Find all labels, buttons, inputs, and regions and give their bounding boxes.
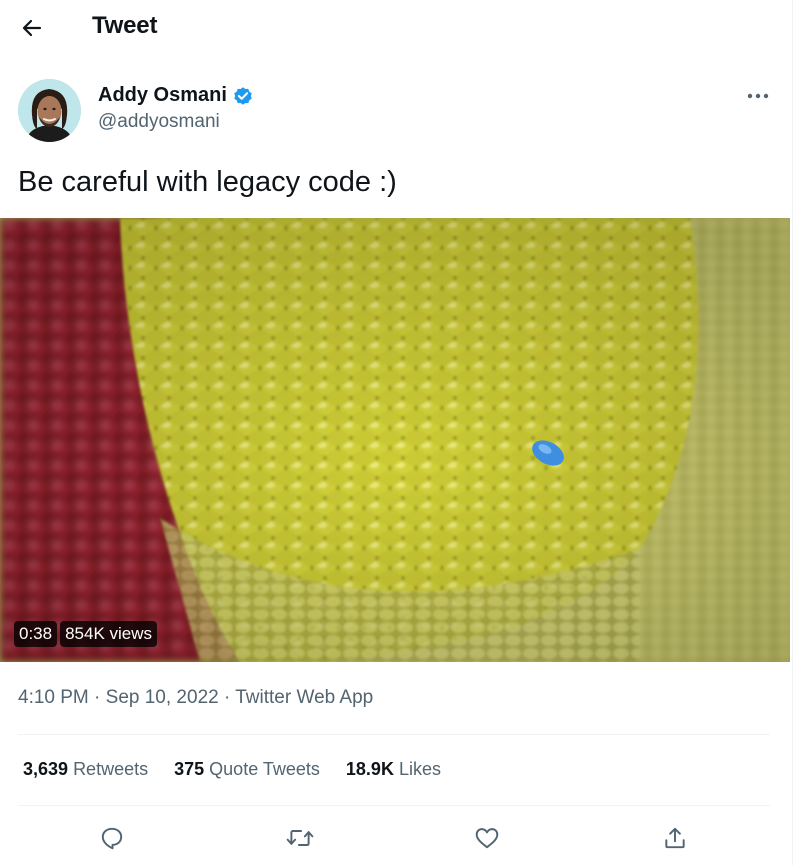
likes-stat[interactable]: 18.9K Likes: [346, 759, 441, 780]
tweet-source[interactable]: Twitter Web App: [235, 687, 373, 708]
verified-badge-icon: [234, 86, 252, 105]
video-thumbnail: [0, 218, 790, 662]
share-icon: [665, 827, 685, 849]
video-player[interactable]: [0, 218, 790, 662]
author-name[interactable]: Addy Osmani: [98, 84, 227, 107]
video-badges: 0:38 854K views: [14, 621, 158, 647]
tweet-text: Be careful with legacy code :): [18, 166, 397, 198]
meta-separator: ·: [218, 687, 236, 708]
like-button[interactable]: [469, 820, 505, 856]
reply-icon: [101, 827, 123, 850]
tweet-stats: 3,639 Retweets 375 Quote Tweets 18.9K Li…: [23, 759, 467, 780]
tweet-page: Tweet Addy Osmani @addyosmani Be careful…: [0, 0, 800, 865]
quote-tweets-stat[interactable]: 375 Quote Tweets: [174, 759, 320, 780]
video-duration: 0:38: [14, 621, 58, 647]
tweet-date[interactable]: Sep 10, 2022: [106, 687, 219, 708]
divider: [18, 805, 770, 806]
video-views: 854K views: [60, 621, 158, 647]
meta-separator: ·: [88, 687, 106, 708]
tweet-metadata: 4:10 PM · Sep 10, 2022 · Twitter Web App: [18, 687, 373, 709]
retweet-button[interactable]: [282, 820, 318, 856]
column-border: [792, 0, 793, 865]
divider: [18, 734, 770, 735]
arrow-left-icon: [22, 19, 42, 37]
tweet-time[interactable]: 4:10 PM: [18, 687, 89, 708]
avatar[interactable]: [18, 79, 81, 142]
author-handle[interactable]: @addyosmani: [98, 111, 220, 133]
reply-button[interactable]: [94, 820, 130, 856]
page-title: Tweet: [92, 12, 158, 39]
like-icon: [475, 828, 499, 849]
retweets-stat[interactable]: 3,639 Retweets: [23, 759, 148, 780]
share-button[interactable]: [657, 820, 693, 856]
more-options-button[interactable]: [740, 80, 776, 112]
header-bar: Tweet: [0, 0, 792, 56]
retweet-icon: [286, 830, 314, 846]
back-button[interactable]: [14, 10, 50, 46]
more-horizontal-icon: [747, 93, 769, 99]
author-name-row: Addy Osmani: [98, 84, 254, 107]
